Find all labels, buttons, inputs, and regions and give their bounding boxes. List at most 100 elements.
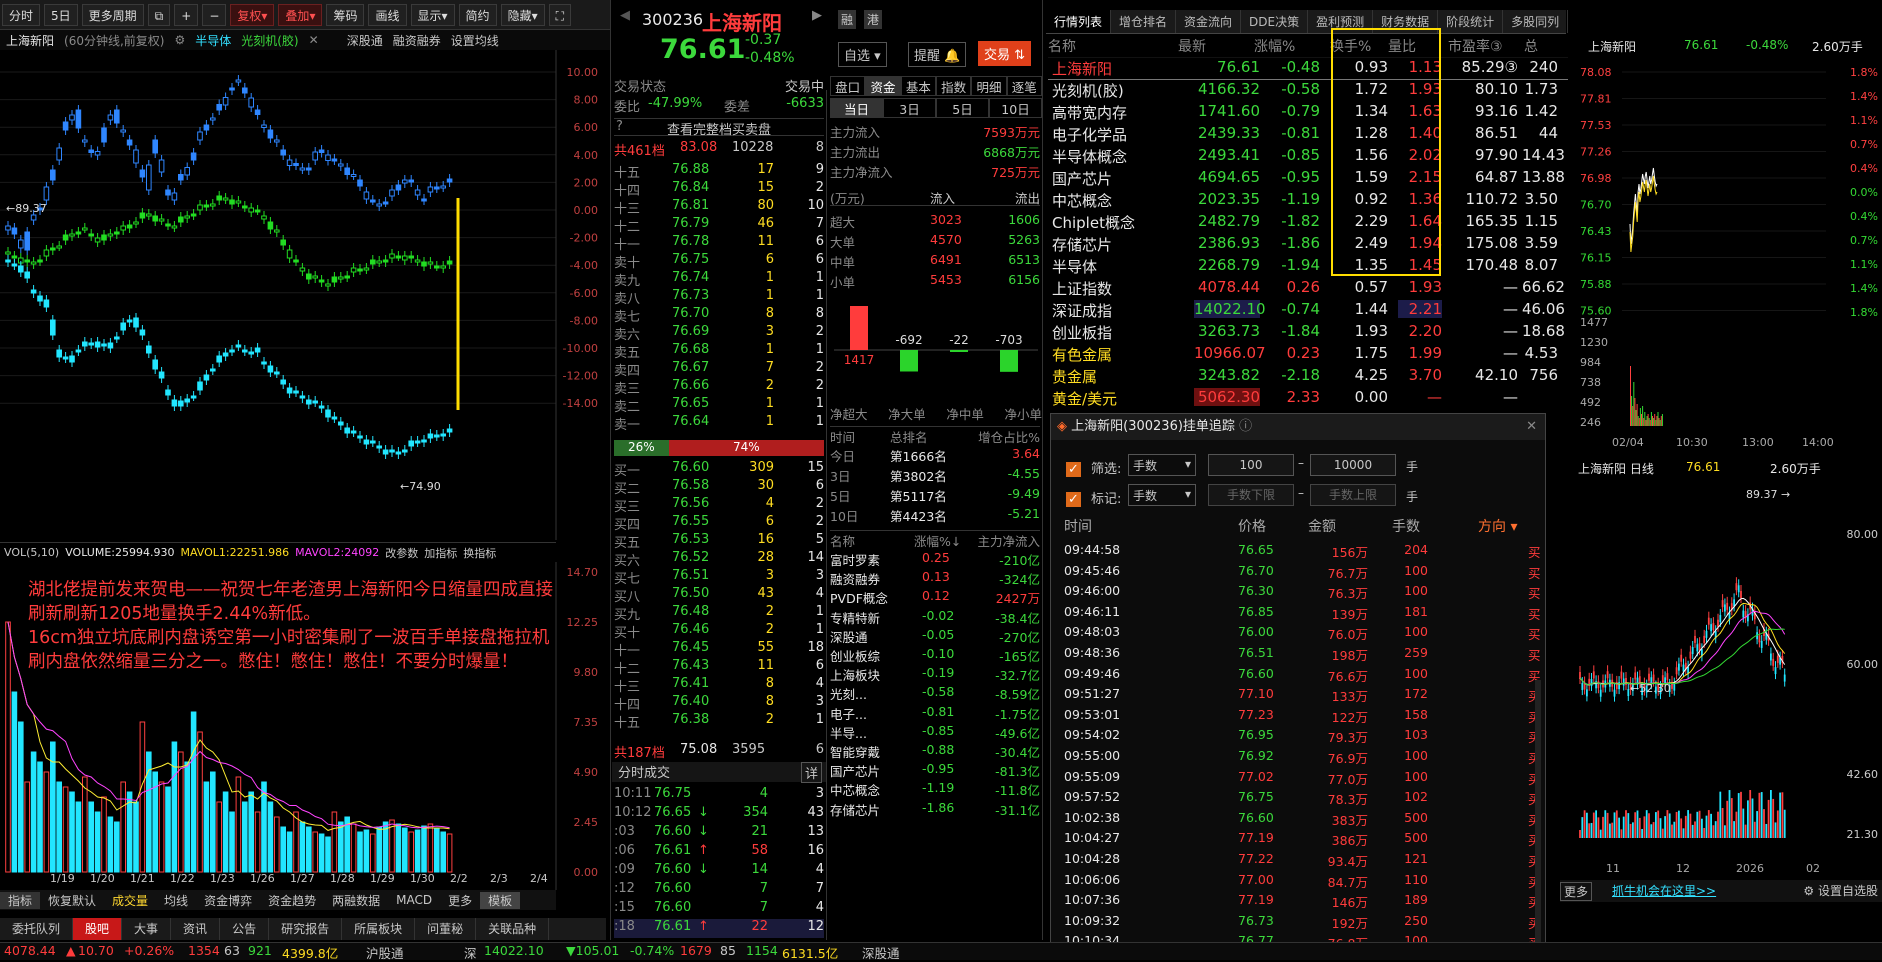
add-indicator-button[interactable]: 加指标	[424, 545, 457, 561]
sector-row[interactable]: 深股通 -0.05 -270亿	[830, 627, 1040, 646]
fullscreen-icon[interactable]: ⛶	[548, 3, 572, 26]
lower-input[interactable]: 手数下限	[1208, 484, 1294, 506]
tab-margin[interactable]: 融资融券	[393, 32, 441, 49]
nav-tab[interactable]: 问董秘	[415, 918, 477, 940]
tracker-row[interactable]: 10:07:3677.19146万189买	[1058, 892, 1542, 912]
tracker-row[interactable]: 09:48:36 76.51 198万 259 买	[1058, 645, 1542, 665]
day-button[interactable]: 5日	[44, 3, 78, 26]
close-overlay-icon[interactable]: ✕	[309, 33, 319, 47]
fund-tab[interactable]: 明细	[971, 76, 1007, 96]
fund-period[interactable]: 当日	[830, 98, 883, 118]
sector-row[interactable]: 光刻... -0.58 -8.59亿	[830, 684, 1040, 703]
sgt-link[interactable]: 深股通	[862, 943, 900, 962]
fq-button[interactable]: 复权▾	[230, 3, 275, 26]
fund-tab[interactable]: 指数	[935, 76, 972, 96]
sector-row[interactable]: 存储芯片 -1.86 -31.1亿	[830, 800, 1040, 819]
watchlist-row[interactable]: 黄金/美元 5062.30 2.33 0.00 — —	[1048, 388, 1568, 410]
plus-icon[interactable]: +	[174, 3, 199, 26]
sector-row[interactable]: 上海板块 -0.19 -32.7亿	[830, 665, 1040, 684]
tracker-row[interactable]: 09:44:58 76.65 156万 204 买	[1058, 542, 1542, 562]
more-button[interactable]: 更多	[1560, 882, 1593, 901]
tracker-scrollbar[interactable]	[1535, 680, 1541, 950]
indicator-tab[interactable]: 恢复默认	[40, 892, 104, 909]
fund-period[interactable]: 10日	[989, 98, 1042, 118]
max-input[interactable]: 10000	[1310, 454, 1396, 476]
tracker-row[interactable]: 09:54:0276.9579.3万103买	[1058, 727, 1542, 747]
indicator-tab[interactable]: 成交量	[104, 892, 156, 909]
watchlist-row[interactable]: 光刻机(胶) 4166.32 -0.58 1.72 1.93 80.10 1.73	[1048, 80, 1568, 102]
help-icon[interactable]: ⓘ	[1239, 419, 1252, 434]
upper-input[interactable]: 手数上限	[1310, 484, 1396, 506]
watchlist-row[interactable]: 上证指数 4078.44 0.26 0.57 1.93 —66.62	[1048, 278, 1568, 300]
settings-watch-button[interactable]: ⚙ 设置自选股	[1803, 882, 1878, 899]
watchlist-row[interactable]: 中芯概念 2023.35 -1.19 0.92 1.36 110.72 3.50	[1048, 190, 1568, 212]
mini-intraday-chart[interactable]: 78.08 77.81 77.53 77.26 76.98 76.70 76.43 76.15…	[1576, 56, 1882, 456]
watchlist-row[interactable]: Chiplet概念 2482.79 -1.82 2.29 1.64 165.35 1.15	[1048, 212, 1568, 234]
watchlist-row[interactable]: 高带宽内存 1741.60 -0.79 1.34 1.63 93.16 1.42	[1048, 102, 1568, 124]
remind-button[interactable]: 提醒 🔔	[908, 42, 967, 67]
tab-ma-settings[interactable]: 设置均线	[451, 32, 499, 49]
tracker-row[interactable]: 09:53:0177.23122万158买	[1058, 707, 1542, 727]
edit-params-button[interactable]: 改参数	[385, 545, 418, 561]
copy-icon[interactable]: ⧉	[147, 3, 171, 26]
prev-stock-icon[interactable]: ◀	[620, 8, 630, 23]
overlay2-label[interactable]: 光刻机(胶)	[241, 32, 298, 49]
fund-tab[interactable]: 资金	[865, 76, 901, 96]
tracker-row[interactable]: 09:45:46 76.70 76.7万 100 买	[1058, 563, 1542, 583]
watchlist-row[interactable]: 存储芯片 2386.93 -1.86 2.49 1.94 175.08 3.59	[1048, 234, 1568, 256]
mark-checkbox[interactable]: ✓	[1066, 492, 1081, 507]
kline-chart[interactable]: 10.00 8.00 6.00 4.00 2.00 0.00 -2.00 -4.00 -6.00…	[0, 50, 610, 540]
minus-icon[interactable]: −	[202, 3, 227, 26]
hgt-link[interactable]: 沪股通	[366, 943, 404, 962]
more-period-button[interactable]: 更多周期	[81, 3, 144, 26]
tracker-row[interactable]: 09:57:5276.7578.3万102买	[1058, 789, 1542, 809]
tracker-row[interactable]: 10:04:2877.2293.4万121买	[1058, 851, 1542, 871]
watchlist-row[interactable]: 半导体概念 2493.41 -0.85 1.56 2.02 97.90 14.43	[1048, 146, 1568, 168]
watchlist-tab[interactable]: 增仓排名	[1111, 10, 1177, 33]
fund-tab[interactable]: 基本	[900, 76, 936, 96]
indicator-tab[interactable]: 两融数据	[324, 892, 388, 909]
sector-row[interactable]: 富时罗素 0.25 -210亿	[830, 550, 1040, 569]
promo-link[interactable]: 抓牛机会在这里>>	[1612, 882, 1716, 899]
watchlist-tab[interactable]: 阶段统计	[1438, 10, 1504, 33]
watchlist-tab[interactable]: DDE决策	[1241, 10, 1309, 33]
watchlist-row[interactable]: 创业板指 3263.73 -1.84 1.93 2.20 —18.68	[1048, 322, 1568, 344]
filter-checkbox[interactable]: ✓	[1066, 462, 1081, 477]
draw-button[interactable]: 画线	[368, 3, 407, 26]
full-book-button[interactable]: ? 查看完整档买卖盘	[614, 118, 824, 138]
fund-period[interactable]: 5日	[936, 98, 989, 118]
ticks-detail-button[interactable]: 详	[800, 762, 822, 783]
indicator-tab[interactable]: 资金趋势	[260, 892, 324, 909]
sector-row[interactable]: 创业板综 -0.10 -165亿	[830, 646, 1040, 665]
tracker-row[interactable]: 10:09:3276.73192万250买	[1058, 913, 1542, 933]
nav-tab[interactable]: 关联品种	[476, 918, 550, 940]
watch-button[interactable]: 自选 ▾	[838, 42, 887, 67]
overlay1-label[interactable]: 半导体	[195, 32, 231, 49]
indicator-tab[interactable]: 资金博弈	[196, 892, 260, 909]
tracker-row[interactable]: 09:51:2777.10133万172买	[1058, 686, 1542, 706]
watchlist-row[interactable]: 贵金属 3243.82 -2.18 4.25 3.70 42.10 756	[1048, 366, 1568, 388]
watchlist-row[interactable]: 深证成指 14022.10 -0.74 1.44 2.21 —46.06	[1048, 300, 1568, 322]
nav-tab[interactable]: 委托队列	[0, 918, 74, 940]
chip-button[interactable]: 筹码	[326, 3, 365, 26]
tab-sgt[interactable]: 深股通	[347, 32, 383, 49]
sector-row[interactable]: 智能穿戴 -0.88 -30.4亿	[830, 742, 1040, 761]
indicator-tab[interactable]: 模板	[480, 891, 521, 909]
watchlist-row[interactable]: 有色金属 10966.07 0.23 1.75 1.99 — 4.53	[1048, 344, 1568, 366]
tracker-row[interactable]: 10:02:3876.60383万500买	[1058, 810, 1542, 830]
sector-row[interactable]: 中芯概念 -1.19 -11.8亿	[830, 780, 1040, 799]
indicator-tab[interactable]: 均线	[156, 892, 196, 909]
watchlist-row[interactable]: 半导体 2268.79 -1.94 1.35 1.45 170.48 8.07	[1048, 256, 1568, 278]
overlay-button[interactable]: 叠加▾	[278, 3, 323, 26]
sector-row[interactable]: 国产芯片 -0.95 -81.3亿	[830, 761, 1040, 780]
watchlist-tab-active[interactable]: 行情列表	[1046, 10, 1112, 33]
watchlist-tab[interactable]: 资金流向	[1176, 10, 1242, 33]
switch-indicator-button[interactable]: 换指标	[463, 545, 496, 561]
sector-row[interactable]: 融资融券 0.13 -324亿	[830, 569, 1040, 588]
trade-button[interactable]: 交易 ⇅	[978, 41, 1032, 66]
nav-tab[interactable]: 研究报告	[269, 918, 343, 940]
watchlist-tab[interactable]: 多股同列	[1503, 10, 1569, 33]
nav-tab[interactable]: 大事	[122, 918, 172, 940]
sector-row[interactable]: 专精特新 -0.02 -38.4亿	[830, 608, 1040, 627]
sector-row[interactable]: PVDF概念 0.12 2427万	[830, 588, 1040, 607]
